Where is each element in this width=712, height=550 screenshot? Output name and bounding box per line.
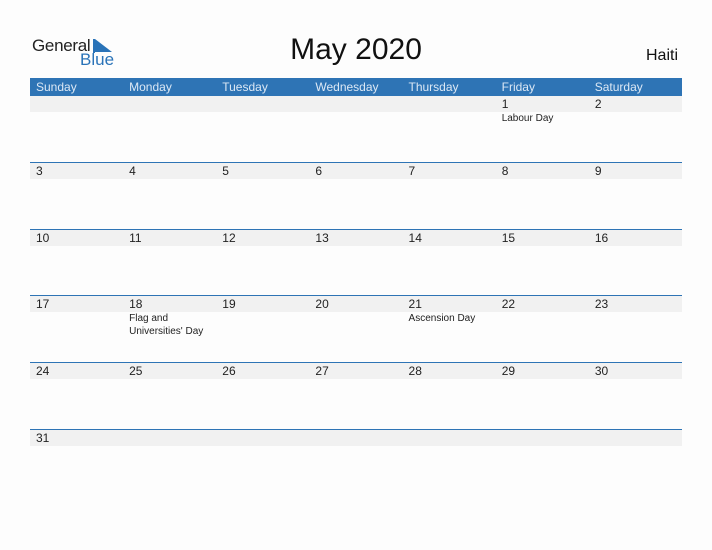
day-cell bbox=[30, 96, 123, 163]
day-number: 1 bbox=[501, 97, 509, 111]
day-cell: 15 bbox=[496, 230, 589, 297]
day-cell: 28 bbox=[403, 363, 496, 430]
day-number: 17 bbox=[36, 297, 50, 311]
day-cell bbox=[309, 430, 402, 497]
day-number: 22 bbox=[501, 297, 516, 311]
day-number: 29 bbox=[501, 364, 516, 378]
day-cell: 7 bbox=[403, 163, 496, 230]
day-cell: 18 Flag and Universities' Day bbox=[123, 296, 216, 363]
day-cell bbox=[496, 430, 589, 497]
day-cell bbox=[403, 430, 496, 497]
week-row: 3 4 5 6 7 8 9 bbox=[30, 162, 682, 230]
weekday-header: Sunday Monday Tuesday Wednesday Thursday… bbox=[30, 78, 682, 96]
day-number: 7 bbox=[408, 164, 416, 178]
weekday-sunday: Sunday bbox=[36, 80, 77, 94]
day-cell: 20 bbox=[309, 296, 402, 363]
day-cell: 21 Ascension Day bbox=[403, 296, 496, 363]
day-number: 8 bbox=[501, 164, 509, 178]
week-row: 17 18 Flag and Universities' Day 19 20 21 Asce… bbox=[30, 295, 682, 363]
day-cell: 13 bbox=[309, 230, 402, 297]
day-cell: 5 bbox=[216, 163, 309, 230]
day-number: 20 bbox=[315, 297, 329, 311]
day-number: 13 bbox=[315, 231, 329, 245]
holiday-label: Ascension Day bbox=[408, 313, 476, 324]
weekday-thursday: Thursday bbox=[408, 80, 459, 94]
day-cell: 25 bbox=[123, 363, 216, 430]
weekday-wednesday: Wednesday bbox=[315, 80, 379, 94]
day-number: 5 bbox=[222, 164, 229, 178]
weekday-saturday: Saturday bbox=[594, 80, 643, 94]
day-cell: 3 bbox=[30, 163, 123, 230]
day-cell bbox=[123, 430, 216, 497]
day-cell: 17 bbox=[30, 296, 123, 363]
holiday-label: Flag and Universities' Day bbox=[129, 313, 204, 337]
weekday-monday: Monday bbox=[129, 80, 172, 94]
day-cell: 4 bbox=[123, 163, 216, 230]
day-number: 25 bbox=[129, 364, 143, 378]
day-cell bbox=[589, 430, 682, 497]
day-cell: 19 bbox=[216, 296, 309, 363]
day-cell: 10 bbox=[30, 230, 123, 297]
day-number: 26 bbox=[222, 364, 236, 378]
day-cell: 12 bbox=[216, 230, 309, 297]
day-cell: 30 bbox=[589, 363, 682, 430]
day-number: 11 bbox=[129, 231, 142, 245]
day-number: 21 bbox=[408, 297, 422, 311]
day-cell: 27 bbox=[309, 363, 402, 430]
day-cell: 11 bbox=[123, 230, 216, 297]
day-number: 16 bbox=[594, 231, 609, 245]
day-number: 24 bbox=[36, 364, 50, 378]
day-cell: 16 bbox=[589, 230, 682, 297]
day-cell bbox=[403, 96, 496, 163]
day-cell bbox=[216, 96, 309, 163]
day-number: 10 bbox=[36, 231, 50, 245]
day-number: 3 bbox=[36, 164, 43, 178]
day-number: 30 bbox=[594, 364, 609, 378]
day-cell: 14 bbox=[403, 230, 496, 297]
day-cell: 26 bbox=[216, 363, 309, 430]
day-number: 18 bbox=[129, 297, 143, 311]
weekday-tuesday: Tuesday bbox=[222, 80, 268, 94]
day-cell: 2 bbox=[589, 96, 682, 163]
day-number: 19 bbox=[222, 297, 236, 311]
day-number: 9 bbox=[594, 164, 602, 178]
day-cell: 9 bbox=[589, 163, 682, 230]
week-row: 1 Labour Day 2 bbox=[30, 96, 682, 163]
week-row: 24 25 26 27 28 29 30 bbox=[30, 362, 682, 430]
day-number: 12 bbox=[222, 231, 236, 245]
day-cell: 8 bbox=[496, 163, 589, 230]
day-cell: 6 bbox=[309, 163, 402, 230]
day-number: 4 bbox=[129, 164, 136, 178]
week-row: 10 11 12 13 14 15 16 bbox=[30, 229, 682, 297]
day-cell bbox=[309, 96, 402, 163]
holiday-label: Labour Day bbox=[501, 113, 554, 124]
day-cell: 1 Labour Day bbox=[496, 96, 589, 163]
day-number: 15 bbox=[501, 231, 516, 245]
calendar-title: May 2020 bbox=[290, 33, 422, 66]
day-number: 23 bbox=[594, 297, 609, 311]
day-cell: 23 bbox=[589, 296, 682, 363]
country-label: Haiti bbox=[645, 47, 678, 64]
day-number: 14 bbox=[408, 231, 422, 245]
day-number: 27 bbox=[315, 364, 329, 378]
day-cell: 22 bbox=[496, 296, 589, 363]
week-row: 31 bbox=[30, 429, 682, 497]
day-cell bbox=[216, 430, 309, 497]
day-number: 28 bbox=[408, 364, 422, 378]
day-cell: 29 bbox=[496, 363, 589, 430]
day-number: 2 bbox=[594, 97, 602, 111]
weekday-friday: Friday bbox=[501, 80, 535, 94]
day-cell bbox=[123, 96, 216, 163]
day-cell: 31 bbox=[30, 430, 123, 497]
day-number: 31 bbox=[36, 431, 50, 445]
day-number: 6 bbox=[315, 164, 323, 178]
day-cell: 24 bbox=[30, 363, 123, 430]
